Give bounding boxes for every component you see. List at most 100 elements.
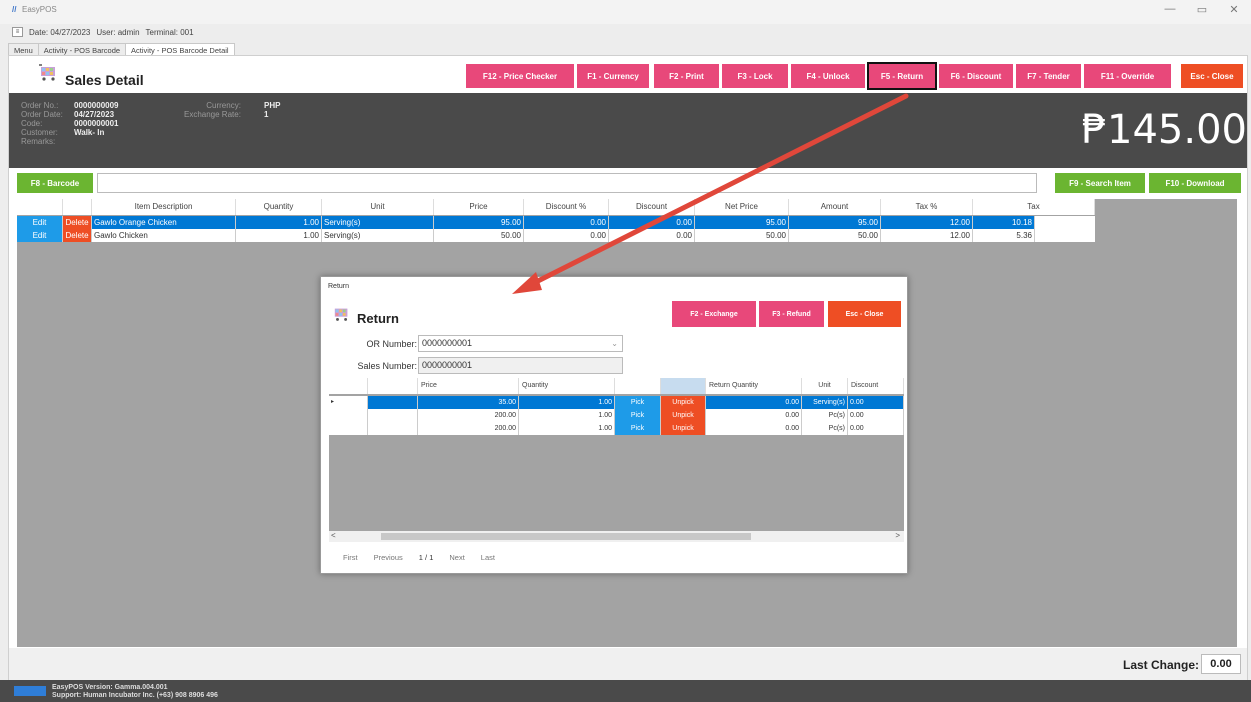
- session-info-bar: ≡ Date: 04/27/2023 User: admin Terminal:…: [12, 26, 194, 38]
- menu-icon[interactable]: ≡: [12, 27, 23, 37]
- delete-button[interactable]: Delete: [63, 216, 92, 229]
- pick-button[interactable]: Pick: [615, 409, 661, 422]
- return-qty: 1.00: [519, 396, 615, 409]
- company-logo-icon: [14, 686, 46, 696]
- search-item-button[interactable]: F9 - Search Item: [1055, 173, 1145, 193]
- return-discount: 0.00: [848, 422, 904, 435]
- col-price: Price: [434, 199, 524, 215]
- unpick-button[interactable]: Unpick: [661, 396, 706, 409]
- status-bar: EasyPOS Version: Gamma.004.001 Support: …: [0, 680, 1251, 702]
- return-row[interactable]: 200.00 1.00 Pick Unpick 0.00 Pc(s) 0.00: [329, 422, 904, 435]
- delete-button[interactable]: Delete: [63, 229, 92, 242]
- return-price: 200.00: [418, 409, 519, 422]
- col-blank: [368, 378, 418, 394]
- currency-button[interactable]: F1 - Currency: [577, 64, 649, 88]
- close-window-button[interactable]: ✕: [1227, 3, 1241, 16]
- return-row[interactable]: 200.00 1.00 Pick Unpick 0.00 Pc(s) 0.00: [329, 409, 904, 422]
- pager-page: 1 / 1: [418, 553, 434, 562]
- return-grid-header: Price Quantity Return Quantity Unit Disc…: [329, 378, 904, 394]
- edit-button[interactable]: Edit: [17, 216, 63, 229]
- col-discount-pct: Discount %: [524, 199, 609, 215]
- unlock-button[interactable]: F4 - Unlock: [791, 64, 865, 88]
- sales-number-field[interactable]: 0000000001: [418, 357, 623, 374]
- remarks-label: Remarks:: [21, 137, 56, 146]
- horizontal-scrollbar[interactable]: < >: [329, 531, 904, 542]
- order-date-label: Order Date:: [21, 110, 63, 119]
- return-row[interactable]: ▸ 35.00 1.00 Pick Unpick 0.00 Serving(s)…: [329, 396, 904, 409]
- barcode-button[interactable]: F8 - Barcode: [17, 173, 93, 193]
- col-marker: [329, 378, 368, 394]
- return-quantity[interactable]: 0.00: [706, 409, 802, 422]
- restore-button[interactable]: ▭: [1195, 3, 1209, 16]
- chevron-down-icon: ⌄: [611, 339, 618, 348]
- customer-value: Walk- In: [74, 128, 105, 137]
- return-qty: 1.00: [519, 409, 615, 422]
- close-button[interactable]: Esc - Close: [1181, 64, 1243, 88]
- unpick-button[interactable]: Unpick: [661, 422, 706, 435]
- override-button[interactable]: F11 - Override: [1084, 64, 1171, 88]
- unpick-button[interactable]: Unpick: [661, 409, 706, 422]
- download-button[interactable]: F10 - Download: [1149, 173, 1241, 193]
- barcode-input[interactable]: [97, 173, 1037, 193]
- dialog-window-title: Return: [328, 283, 350, 290]
- return-unit: Pc(s): [802, 422, 848, 435]
- col-discount: Discount: [848, 378, 904, 394]
- dialog-heading: Return: [357, 311, 399, 326]
- item-discount: 0.00: [609, 229, 695, 242]
- scrollbar-thumb[interactable]: [381, 533, 751, 540]
- sales-number-label: Sales Number:: [357, 361, 417, 371]
- footer-bar: Last Change: 0.00: [9, 648, 1247, 681]
- pick-button[interactable]: Pick: [615, 422, 661, 435]
- col-amount: Amount: [789, 199, 881, 215]
- scroll-right-icon[interactable]: >: [895, 531, 900, 540]
- last-change-label: Last Change:: [1122, 658, 1199, 672]
- code-value: 0000000001: [74, 119, 119, 128]
- discount-button[interactable]: F6 - Discount: [939, 64, 1013, 88]
- item-unit: Serving(s): [322, 216, 434, 229]
- barcode-row: F8 - Barcode F9 - Search Item F10 - Down…: [9, 173, 1247, 193]
- exchange-button[interactable]: F2 - Exchange: [672, 301, 756, 327]
- tender-button[interactable]: F7 - Tender: [1016, 64, 1081, 88]
- item-tax-pct: 12.00: [881, 229, 973, 242]
- col-tax: Tax: [973, 199, 1095, 215]
- page-title: Sales Detail: [65, 72, 144, 88]
- col-edit: [17, 199, 63, 215]
- item-tax: 10.18: [973, 216, 1035, 229]
- pick-button[interactable]: Pick: [615, 396, 661, 409]
- return-quantity[interactable]: 0.00: [706, 396, 802, 409]
- last-change-value: 0.00: [1201, 654, 1241, 674]
- print-button[interactable]: F2 - Print: [654, 64, 719, 88]
- table-row[interactable]: Edit Delete Gawlo Chicken 1.00 Serving(s…: [17, 229, 1095, 242]
- edit-button[interactable]: Edit: [17, 229, 63, 242]
- item-description: Gawlo Orange Chicken: [92, 216, 236, 229]
- app-logo-icon: //: [12, 5, 17, 14]
- lock-button[interactable]: F3 - Lock: [722, 64, 788, 88]
- return-button[interactable]: F5 - Return: [867, 62, 937, 90]
- order-total: ₱145.00: [1081, 107, 1247, 153]
- refund-button[interactable]: F3 - Refund: [759, 301, 824, 327]
- return-items-grid: Price Quantity Return Quantity Unit Disc…: [329, 378, 904, 542]
- minimize-button[interactable]: —: [1163, 3, 1177, 16]
- price-checker-button[interactable]: F12 - Price Checker: [466, 64, 574, 88]
- item-quantity: 1.00: [236, 229, 322, 242]
- item-amount: 50.00: [789, 229, 881, 242]
- scroll-left-icon[interactable]: <: [331, 531, 336, 540]
- table-row[interactable]: Edit Delete Gawlo Orange Chicken 1.00 Se…: [17, 216, 1095, 229]
- item-quantity: 1.00: [236, 216, 322, 229]
- pager-last[interactable]: Last: [481, 553, 495, 562]
- or-number-select[interactable]: 0000000001 ⌄: [418, 335, 623, 352]
- return-price: 35.00: [418, 396, 519, 409]
- item-net-price: 50.00: [695, 229, 789, 242]
- col-unit: Unit: [322, 199, 434, 215]
- pager-previous[interactable]: Previous: [374, 553, 403, 562]
- col-tax-pct: Tax %: [881, 199, 973, 215]
- dialog-close-button[interactable]: Esc - Close: [828, 301, 901, 327]
- item-discount-pct: 0.00: [524, 229, 609, 242]
- or-number-label: OR Number:: [366, 339, 417, 349]
- pager-next[interactable]: Next: [449, 553, 464, 562]
- item-price: 50.00: [434, 229, 524, 242]
- col-pick: [615, 378, 661, 394]
- return-quantity[interactable]: 0.00: [706, 422, 802, 435]
- pager-first[interactable]: First: [343, 553, 358, 562]
- item-price: 95.00: [434, 216, 524, 229]
